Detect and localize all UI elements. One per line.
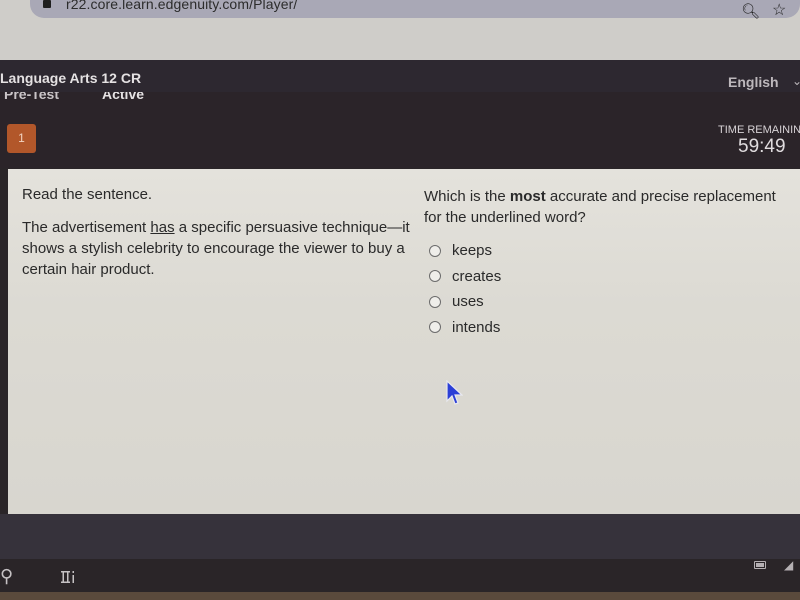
radio-button[interactable] [429, 270, 441, 283]
language-select[interactable]: English [728, 74, 779, 90]
question-card: Read the sentence. The advertisement has… [8, 169, 800, 514]
activity-tabs: Pre-Test Active [0, 92, 800, 108]
answer-option-uses[interactable]: uses [429, 289, 794, 315]
lock-icon[interactable] [43, 0, 51, 8]
time-remaining-value: 59:49 [738, 136, 786, 157]
bookmark-star-icon[interactable]: ☆ [772, 0, 786, 20]
time-remaining-label: TIME REMAINING [718, 124, 800, 136]
chevron-down-icon[interactable]: ⌄ [792, 74, 800, 88]
zoom-in-icon[interactable]: 🔍︎ [741, 2, 760, 20]
task-view-icon[interactable] [60, 569, 76, 585]
option-label[interactable]: intends [452, 319, 500, 336]
answer-options: keeps creates uses intends [429, 238, 794, 340]
wifi-icon[interactable]: ◢ [784, 558, 793, 572]
taskbar [0, 559, 800, 592]
prompt-sentence: The advertisement has a specific persuas… [22, 217, 412, 280]
question-text-start: Which is the [424, 188, 510, 205]
sentence-start: The advertisement [22, 219, 151, 236]
prompt-instruction: Read the sentence. [22, 186, 153, 203]
question-emphasis: most [509, 188, 546, 205]
question-text: Which is the most accurate and precise r… [424, 186, 794, 228]
tab-pre-test[interactable]: Pre-Test [4, 92, 59, 102]
radio-button[interactable] [429, 321, 441, 334]
battery-icon[interactable] [754, 561, 766, 569]
prompt-column: Read the sentence. The advertisement has… [22, 186, 412, 280]
option-label[interactable]: creates [452, 268, 501, 285]
radio-button[interactable] [429, 244, 441, 257]
underlined-word: has [150, 219, 175, 236]
monitor-edge [0, 592, 800, 600]
answer-option-keeps[interactable]: keeps [429, 238, 794, 264]
option-label[interactable]: uses [452, 293, 484, 310]
answer-option-creates[interactable]: creates [429, 264, 794, 290]
mouse-cursor-icon [446, 380, 463, 405]
url-text[interactable]: r22.core.learn.edgenuity.com/Player/ [66, 0, 297, 12]
question-column: Which is the most accurate and precise r… [424, 186, 794, 340]
screen-bezel [0, 514, 800, 559]
radio-button[interactable] [429, 295, 441, 308]
tab-active[interactable]: Active [102, 92, 144, 102]
answer-option-intends[interactable]: intends [429, 315, 794, 341]
option-label[interactable]: keeps [452, 242, 492, 259]
question-number-button[interactable]: 1 [7, 124, 36, 153]
course-title: Language Arts 12 CR [0, 70, 142, 86]
search-icon[interactable]: ⚲ [0, 566, 13, 587]
